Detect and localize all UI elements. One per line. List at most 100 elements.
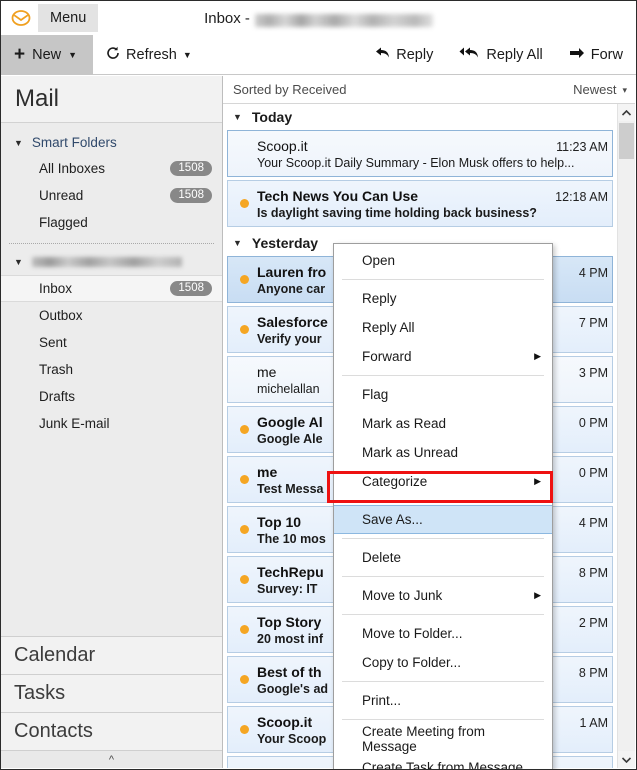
- sidebar-item-drafts[interactable]: Drafts: [1, 383, 222, 410]
- refresh-button[interactable]: Refresh ▼: [93, 35, 205, 75]
- context-menu-item-reply[interactable]: Reply: [334, 284, 552, 313]
- message-list-item[interactable]: Tech News You Can Use 12:18 AM Is daylig…: [227, 180, 613, 227]
- context-menu-item-forward[interactable]: Forward ▶: [334, 342, 552, 371]
- message-time: 8 PM: [578, 665, 608, 680]
- chevron-down-icon: ▼: [68, 50, 78, 60]
- sort-order-button[interactable]: Newest ▾: [573, 82, 627, 97]
- context-menu-item-create-task-from-message[interactable]: Create Task from Message: [334, 753, 552, 769]
- message-sender: Salesforce: [257, 313, 328, 330]
- context-menu-item-open[interactable]: Open: [334, 246, 552, 275]
- sidebar-item-label: Inbox: [39, 281, 73, 296]
- context-menu-item-create-meeting-from-message[interactable]: Create Meeting from Message: [334, 724, 552, 754]
- context-menu-item-categorize[interactable]: Categorize ▶: [334, 467, 552, 496]
- context-menu-item-flag[interactable]: Flag: [334, 380, 552, 409]
- message-sender: Scoop.it: [257, 713, 313, 730]
- sidebar-item-inbox[interactable]: Inbox 1508: [1, 275, 222, 302]
- message-sender: me: [257, 363, 277, 380]
- new-button[interactable]: + New ▼: [1, 34, 94, 75]
- chevron-up-icon: ^: [108, 753, 115, 766]
- sidebar-item-label: Sent: [39, 335, 67, 350]
- new-label: New: [32, 46, 62, 63]
- sidebar-item-label: Drafts: [39, 389, 76, 404]
- context-menu-item-label: Save As...: [362, 512, 423, 527]
- message-time: 8 PM: [578, 565, 608, 580]
- context-menu-separator: [342, 681, 544, 682]
- group-header-today[interactable]: ▼ Today: [223, 104, 617, 130]
- reply-all-button[interactable]: Reply All: [446, 35, 555, 75]
- unread-dot-icon: [240, 475, 249, 484]
- submenu-arrow-icon: ▶: [534, 476, 541, 486]
- nav-item-contacts[interactable]: Contacts: [1, 712, 222, 750]
- message-sender: Lauren fro: [257, 263, 327, 280]
- sidebar-item-trash[interactable]: Trash: [1, 356, 222, 383]
- message-sender: Tech News You Can Use: [257, 187, 419, 204]
- sidebar-item-flagged[interactable]: Flagged: [1, 209, 222, 236]
- message-sender: Best of th: [257, 663, 322, 680]
- sidebar-header: Mail: [1, 76, 222, 123]
- reply-label: Reply: [396, 46, 434, 63]
- context-menu-item-label: Move to Junk: [362, 588, 443, 603]
- context-menu-item-mark-as-read[interactable]: Mark as Read: [334, 409, 552, 438]
- account-group-header[interactable]: ▼: [1, 249, 222, 275]
- nav-item-tasks[interactable]: Tasks: [1, 674, 222, 712]
- sidebar-item-label: Unread: [39, 188, 84, 203]
- smart-folders-group-header[interactable]: ▼ Smart Folders: [1, 130, 222, 155]
- context-menu-item-save-as[interactable]: Save As...: [334, 505, 552, 534]
- redacted-account-title: [254, 13, 433, 27]
- context-menu-item-delete[interactable]: Delete: [334, 543, 552, 572]
- arrow-left-icon: [375, 46, 390, 63]
- context-menu-item-mark-as-unread[interactable]: Mark as Unread: [334, 438, 552, 467]
- nav-item-label: Tasks: [14, 682, 66, 704]
- nav-item-calendar[interactable]: Calendar: [1, 636, 222, 674]
- group-label: Today: [251, 109, 293, 125]
- unread-dot-icon: [240, 575, 249, 584]
- message-list-item[interactable]: Scoop.it 11:23 AM Your Scoop.it Daily Su…: [227, 130, 613, 177]
- context-menu-separator: [342, 719, 544, 720]
- message-time: 2 PM: [578, 615, 608, 630]
- context-menu-item-print[interactable]: Print...: [334, 686, 552, 715]
- context-menu-item-label: Mark as Unread: [362, 445, 459, 460]
- unread-dot-icon: [240, 149, 249, 158]
- sidebar-item-outbox[interactable]: Outbox: [1, 302, 222, 329]
- sidebar-item-label: All Inboxes: [39, 161, 106, 176]
- reply-button[interactable]: Reply: [362, 35, 446, 75]
- message-subject: Your Scoop.it Daily Summary - Elon Musk …: [257, 155, 575, 170]
- unread-dot-icon: [240, 625, 249, 634]
- message-time: 12:18 AM: [555, 189, 608, 204]
- group-label: Yesterday: [251, 235, 319, 251]
- sidebar: Mail ▼ Smart Folders All Inboxes 1508 Un…: [1, 76, 223, 768]
- scrollbar-thumb[interactable]: [619, 123, 634, 159]
- scroll-down-button[interactable]: [618, 751, 635, 768]
- vertical-scrollbar[interactable]: [617, 104, 635, 768]
- context-menu-item-copy-to-folder[interactable]: Copy to Folder...: [334, 648, 552, 677]
- chevron-down-icon: ▾: [622, 85, 627, 95]
- plus-icon: +: [14, 44, 26, 65]
- nav-collapse-button[interactable]: ^: [1, 750, 222, 768]
- context-menu-item-label: Forward: [362, 349, 412, 364]
- sidebar-item-sent[interactable]: Sent: [1, 329, 222, 356]
- context-menu: Open Reply Reply All Forward ▶ Flag Mark…: [333, 243, 553, 769]
- context-menu-item-label: Open: [362, 253, 396, 268]
- context-menu-item-move-to-folder[interactable]: Move to Folder...: [334, 619, 552, 648]
- context-menu-item-label: Reply: [362, 291, 397, 306]
- unread-dot-icon: [240, 199, 249, 208]
- context-menu-separator: [342, 576, 544, 577]
- message-text: Tech News You Can Use 12:18 AM Is daylig…: [257, 188, 612, 220]
- title-bar: Menu Inbox -: [1, 1, 636, 35]
- double-arrow-left-icon: [459, 46, 480, 63]
- submenu-arrow-icon: ▶: [534, 351, 541, 361]
- message-time: 11:23 AM: [556, 139, 608, 154]
- context-menu-item-label: Mark as Read: [362, 416, 447, 431]
- sidebar-item-junk-email[interactable]: Junk E-mail: [1, 410, 222, 437]
- sidebar-divider: [9, 243, 214, 244]
- sidebar-item-all-inboxes[interactable]: All Inboxes 1508: [1, 155, 222, 182]
- context-menu-item-label: Delete: [362, 550, 402, 565]
- scroll-up-button[interactable]: [618, 104, 635, 121]
- unread-badge: 1508: [170, 281, 212, 296]
- context-menu-item-move-to-junk[interactable]: Move to Junk ▶: [334, 581, 552, 610]
- message-time: 7 PM: [578, 315, 608, 330]
- forward-button[interactable]: Forw: [556, 35, 636, 75]
- context-menu-separator: [342, 375, 544, 376]
- sidebar-item-unread[interactable]: Unread 1508: [1, 182, 222, 209]
- context-menu-item-reply-all[interactable]: Reply All: [334, 313, 552, 342]
